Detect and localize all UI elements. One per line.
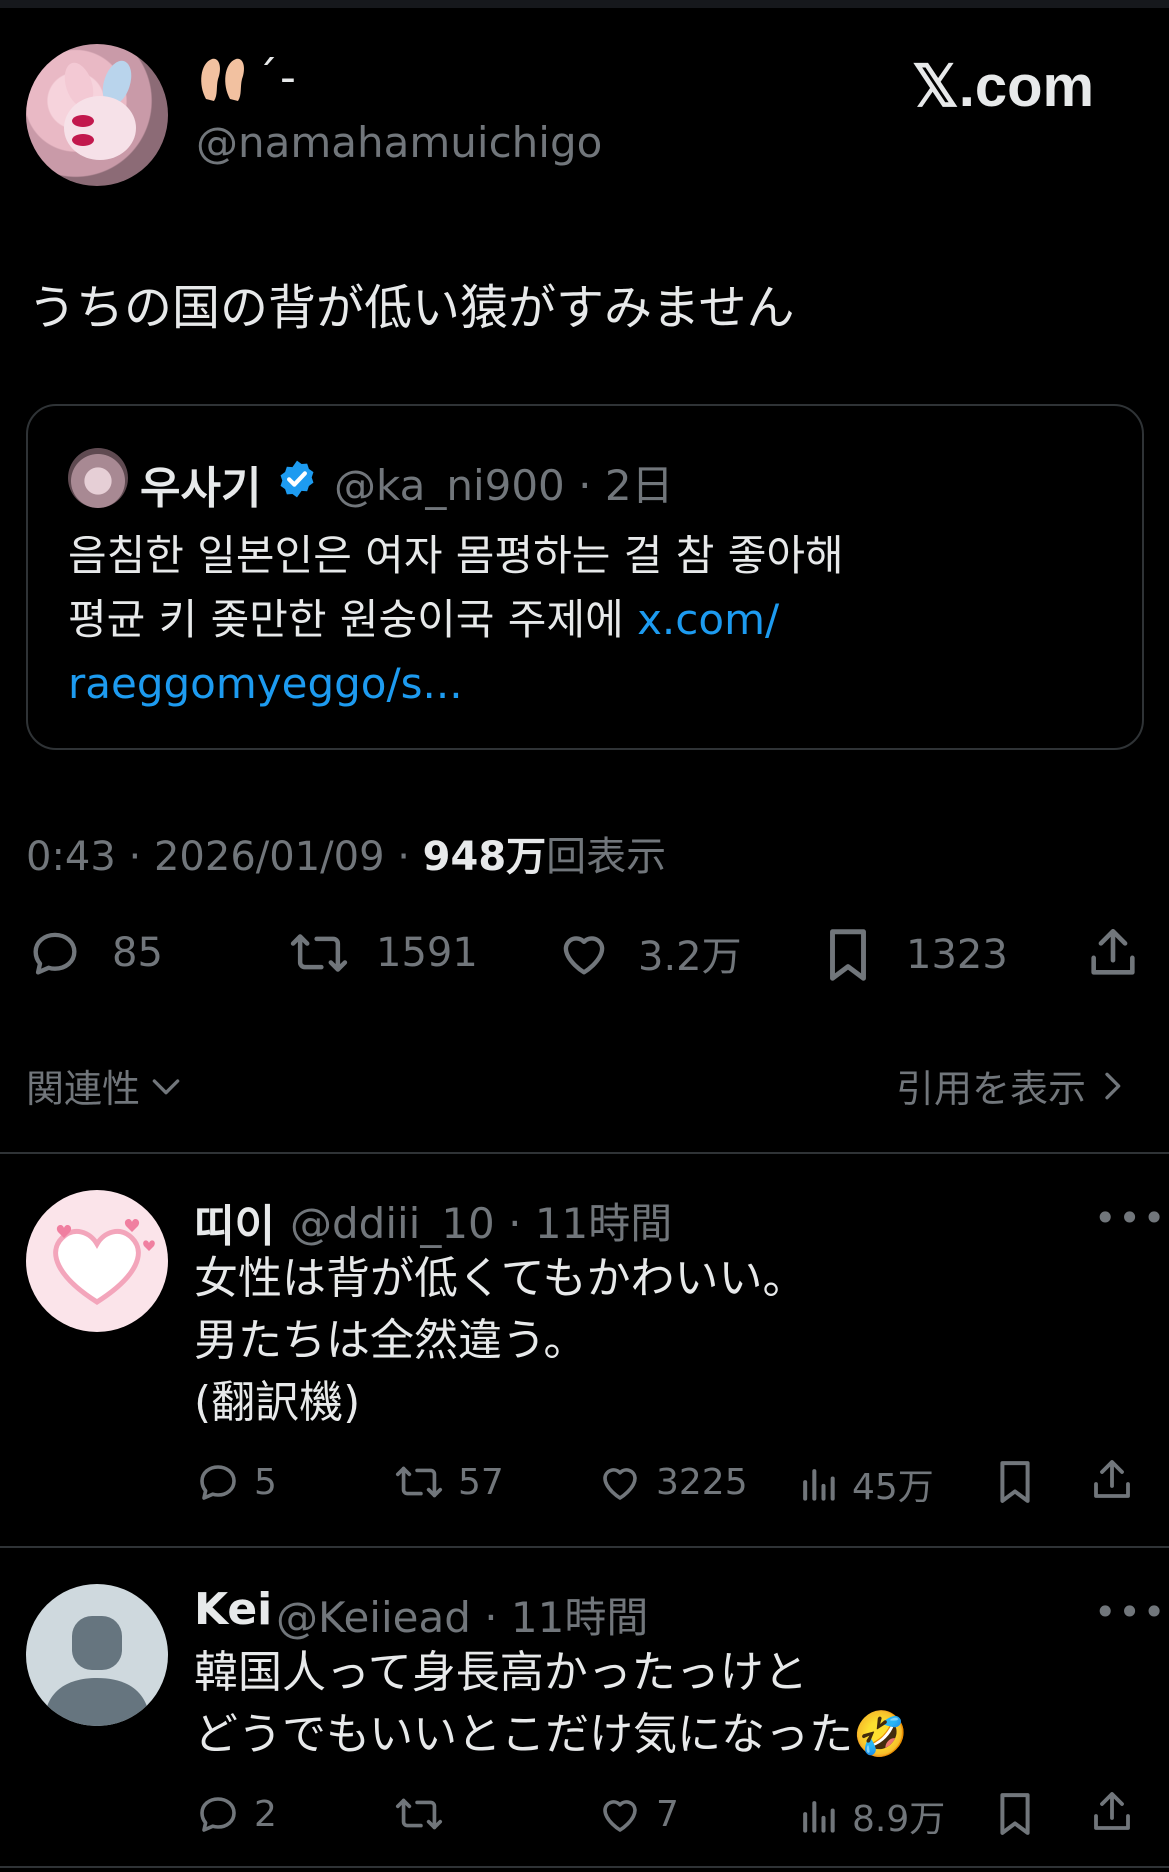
- like-count: 3.2万: [638, 934, 742, 980]
- author-name-text: ´-: [256, 52, 298, 103]
- reply-icon: [200, 1797, 236, 1832]
- reply-like-button[interactable]: 3225: [596, 1458, 748, 1506]
- views-count: 8.9万: [852, 1799, 946, 1840]
- status-strip: [0, 0, 1169, 8]
- sort-relevance-dropdown[interactable]: 関連性: [26, 1058, 186, 1113]
- reply-handle-time: @Keiiead · 11時間: [276, 1593, 649, 1642]
- reply-like-button[interactable]: 7: [596, 1790, 679, 1838]
- like-count: 7: [656, 1793, 679, 1835]
- views-label: 回表示: [546, 834, 667, 880]
- reply-reply-button[interactable]: 2: [194, 1790, 277, 1838]
- tweet-text: うちの国の背が低い猿がすみません: [28, 280, 795, 336]
- bookmark-button[interactable]: 1323: [822, 924, 1008, 986]
- chevron-down-icon: [152, 1078, 180, 1094]
- views-chart-icon: [803, 1801, 835, 1833]
- repost-count: 1591: [376, 930, 478, 976]
- views-count: 948万: [422, 834, 547, 880]
- bookmark-icon: [830, 929, 866, 981]
- reply-text: 女性は背が低くてもかわいい。 男たちは全然違う。 (翻訳機): [194, 1248, 806, 1434]
- heart-icon: [563, 936, 605, 975]
- quote-text: 음침한 일본인은 여자 몸평하는 걸 참 좋아해 평균 키 좆만한 원숭이국 주…: [68, 524, 1108, 716]
- share-icon: [1091, 928, 1135, 975]
- bookmark-icon: [1000, 1461, 1030, 1503]
- reply-line: (翻訳機): [194, 1377, 361, 1428]
- more-options-icon[interactable]: •••: [1094, 1590, 1167, 1634]
- quote-link-continued[interactable]: raeggomyeggo/s...: [68, 652, 1108, 716]
- views-count: 45万: [852, 1467, 934, 1508]
- quote-line-2-text: 평균 키 좆만한 원숭이국 주제에: [68, 595, 638, 644]
- reply-icon: [200, 1465, 236, 1500]
- share-button[interactable]: [1084, 924, 1142, 982]
- reply-text: 韓国人って身長高かったっけと どうでもいいとこだけ気になった🤣: [194, 1642, 908, 1766]
- more-options-icon[interactable]: •••: [1094, 1196, 1167, 1240]
- reply-share-button[interactable]: [1088, 1788, 1136, 1836]
- like-button[interactable]: 3.2万: [554, 924, 742, 982]
- time-date: 0:43 · 2026/01/09 ·: [26, 834, 423, 880]
- ears-emoji-icon: [201, 58, 244, 101]
- reply-count: 2: [254, 1793, 277, 1835]
- chevron-right-icon: [1105, 1072, 1121, 1099]
- tweet-timestamp[interactable]: 0:43 · 2026/01/09 · 948万回表示: [26, 824, 666, 882]
- bookmark-count: 1323: [906, 932, 1008, 978]
- reply-author-name[interactable]: 띠이: [194, 1190, 275, 1254]
- reply-repost-button[interactable]: 57: [392, 1458, 504, 1506]
- divider: [0, 1546, 1169, 1548]
- repost-icon: [395, 1798, 443, 1830]
- verified-badge-icon: [280, 460, 314, 498]
- reply-button[interactable]: 85: [26, 924, 163, 982]
- author-avatar[interactable]: [26, 44, 168, 186]
- reply-line: どうでもいいとこだけ気になった🤣: [194, 1709, 908, 1760]
- views-chart-icon: [803, 1469, 835, 1501]
- author-handle[interactable]: @namahamuichigo: [196, 118, 602, 167]
- default-user-icon: [44, 1616, 150, 1726]
- author-name[interactable]: ´-: [196, 52, 298, 105]
- repost-icon: [290, 934, 348, 972]
- reply-reply-button[interactable]: 5: [194, 1458, 277, 1506]
- quote-link[interactable]: x.com/: [637, 595, 779, 644]
- divider: [0, 1152, 1169, 1154]
- divider: [0, 1866, 1169, 1868]
- reply-repost-button[interactable]: [392, 1790, 458, 1838]
- reply-views-button[interactable]: 45万: [796, 1458, 934, 1510]
- reply-line: 女性は背が低くてもかわいい。: [194, 1253, 807, 1304]
- quote-author-avatar[interactable]: [68, 448, 128, 508]
- heart-avatar-icon: [53, 1219, 155, 1305]
- reply-views-button[interactable]: 8.9万: [796, 1790, 945, 1842]
- quote-line-1: 음침한 일본인은 여자 몸평하는 걸 참 좋아해: [68, 531, 844, 580]
- repost-count: 57: [458, 1461, 504, 1503]
- reply-avatar[interactable]: [26, 1190, 168, 1332]
- bookmark-icon: [1000, 1793, 1030, 1835]
- reply-avatar[interactable]: [26, 1584, 168, 1726]
- repost-button[interactable]: 1591: [286, 924, 478, 982]
- sort-relevance-label: 関連性: [26, 1067, 141, 1111]
- view-quotes-link[interactable]: 引用を表示: [896, 1058, 1132, 1113]
- share-icon: [1094, 1792, 1130, 1830]
- like-count: 3225: [656, 1461, 748, 1503]
- quote-line-2: 평균 키 좆만한 원숭이국 주제에 x.com/: [68, 588, 1108, 652]
- reply-handle-time: @ddiii_10 · 11時間: [290, 1199, 673, 1248]
- reply-bookmark-button[interactable]: [994, 1456, 1036, 1508]
- reply-share-button[interactable]: [1088, 1456, 1136, 1504]
- heart-icon: [603, 1468, 637, 1500]
- reply-line: 韓国人って身長高かったっけと: [194, 1647, 808, 1698]
- reply-count: 5: [254, 1461, 277, 1503]
- share-icon: [1094, 1460, 1130, 1498]
- quote-handle-time: @ka_ni900 · 2日: [334, 461, 674, 510]
- reply-bookmark-button[interactable]: [994, 1788, 1036, 1840]
- reply-author-name[interactable]: Kei: [194, 1584, 272, 1635]
- heart-icon: [603, 1800, 637, 1832]
- view-quotes-label: 引用を表示: [896, 1067, 1087, 1111]
- repost-icon: [395, 1466, 443, 1498]
- quote-author-name[interactable]: 우사기: [140, 452, 261, 516]
- reply-count: 85: [112, 930, 163, 976]
- x-logo: 𝕏.com: [912, 54, 1095, 119]
- reply-icon: [33, 932, 77, 975]
- reply-line: 男たちは全然違う。: [194, 1315, 588, 1366]
